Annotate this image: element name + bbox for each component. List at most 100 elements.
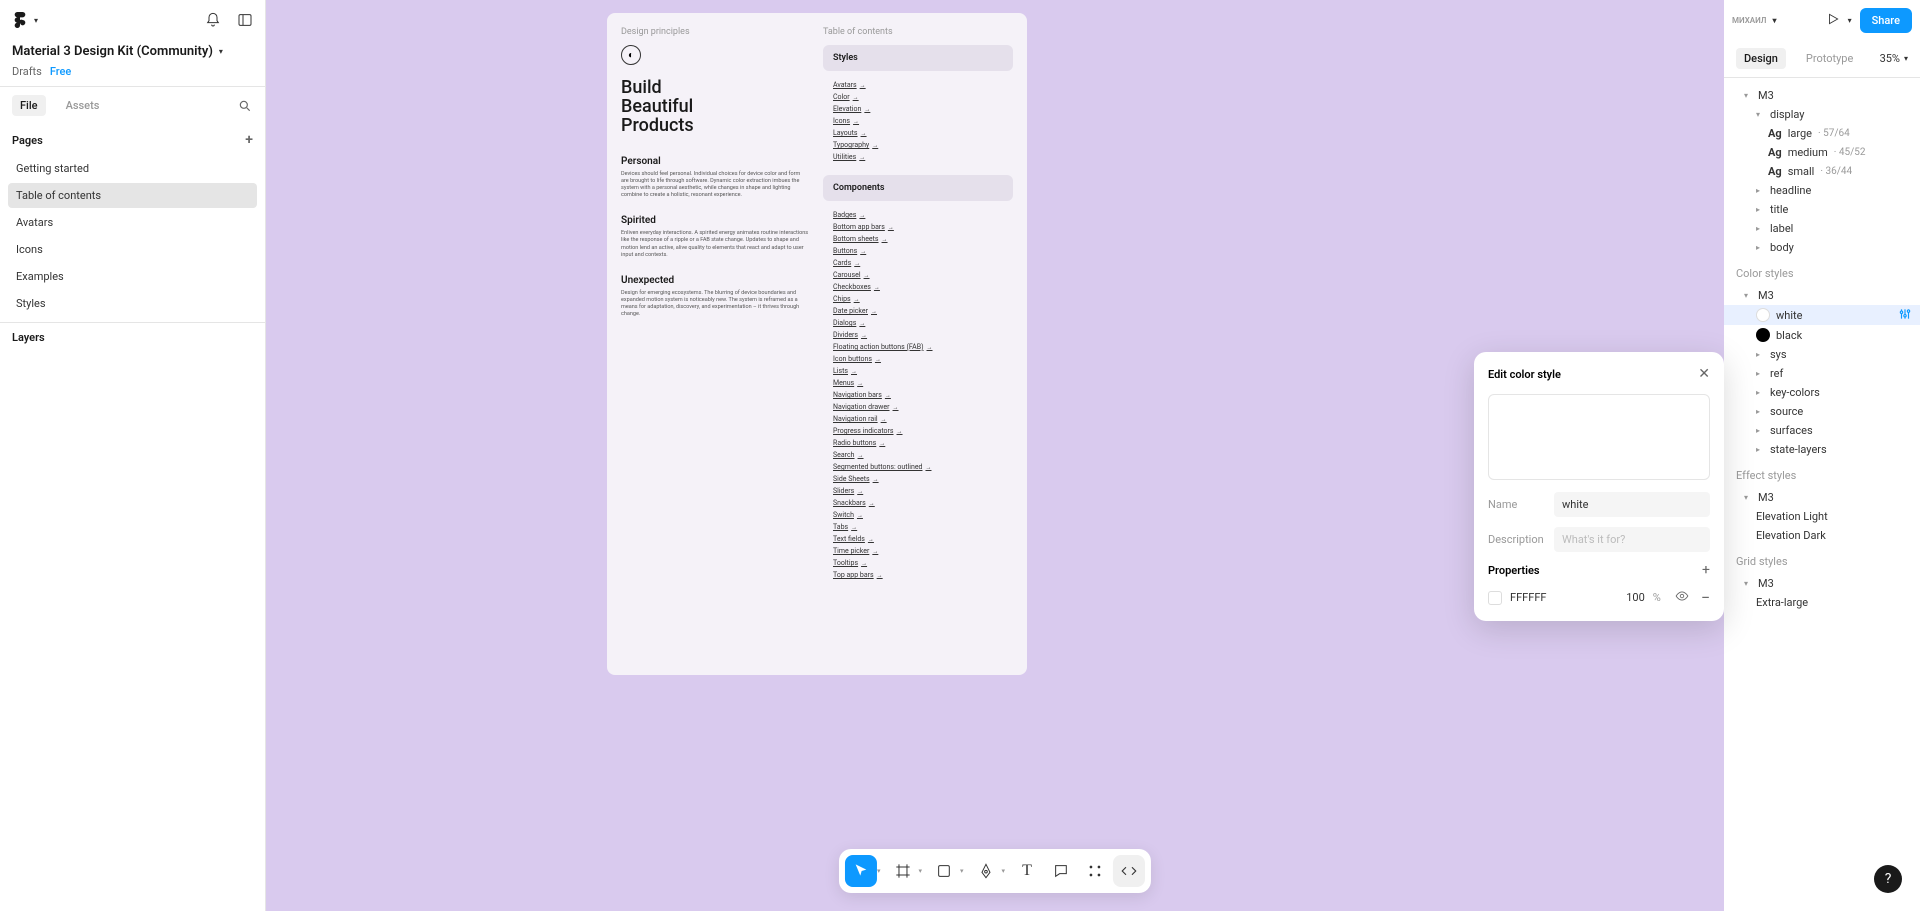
toc-link[interactable]: Tooltips→: [833, 557, 1003, 569]
share-button[interactable]: Share: [1860, 8, 1912, 33]
zoom-control[interactable]: 35%▾: [1880, 52, 1908, 65]
toc-link[interactable]: Dialogs→: [833, 317, 1003, 329]
toc-link[interactable]: Sliders→: [833, 485, 1003, 497]
toc-link[interactable]: Checkboxes→: [833, 281, 1003, 293]
name-input[interactable]: [1554, 492, 1710, 517]
effect-style-group[interactable]: ▾M3: [1724, 488, 1920, 507]
toc-link[interactable]: Navigation drawer→: [833, 401, 1003, 413]
remove-property-button[interactable]: −: [1701, 588, 1710, 607]
toc-link[interactable]: Avatars→: [833, 79, 1003, 91]
text-style-item[interactable]: Agmedium· 45/52: [1724, 143, 1920, 162]
color-style-group[interactable]: ▸state-layers: [1724, 440, 1920, 459]
move-tool[interactable]: [845, 855, 877, 887]
color-style-group[interactable]: ▾M3: [1724, 286, 1920, 305]
color-style-item[interactable]: black: [1724, 325, 1920, 345]
toc-link[interactable]: Segmented buttons: outlined→: [833, 461, 1003, 473]
file-title[interactable]: Material 3 Design Kit (Community): [12, 44, 213, 59]
page-item[interactable]: Table of contents: [8, 183, 257, 208]
tab-design[interactable]: Design: [1736, 48, 1786, 69]
user-menu[interactable]: МИХАИЛ▾: [1732, 16, 1776, 25]
toc-link[interactable]: Buttons→: [833, 245, 1003, 257]
text-style-group[interactable]: ▸body: [1724, 238, 1920, 257]
toc-link[interactable]: Text fields→: [833, 533, 1003, 545]
toc-link[interactable]: Bottom sheets→: [833, 233, 1003, 245]
effect-style-item[interactable]: Elevation Dark: [1724, 526, 1920, 545]
page-item[interactable]: Styles: [8, 291, 257, 316]
dev-mode-toggle[interactable]: [1113, 855, 1145, 887]
toc-link[interactable]: Snackbars→: [833, 497, 1003, 509]
close-icon[interactable]: ✕: [1698, 366, 1710, 382]
text-style-group[interactable]: ▾M3: [1724, 86, 1920, 105]
color-style-item[interactable]: white: [1724, 305, 1920, 325]
toc-link[interactable]: Carousel→: [833, 269, 1003, 281]
color-style-group[interactable]: ▸sys: [1724, 345, 1920, 364]
description-input[interactable]: [1554, 527, 1710, 552]
page-item[interactable]: Avatars: [8, 210, 257, 235]
page-item[interactable]: Getting started: [8, 156, 257, 181]
color-preview[interactable]: [1488, 394, 1710, 480]
grid-style-group[interactable]: ▾M3: [1724, 574, 1920, 593]
color-swatch[interactable]: [1488, 591, 1502, 605]
toc-link[interactable]: Typography→: [833, 139, 1003, 151]
toc-link[interactable]: Icon buttons→: [833, 353, 1003, 365]
rectangle-tool[interactable]: [928, 855, 960, 887]
toc-link[interactable]: Elevation→: [833, 103, 1003, 115]
chevron-down-icon[interactable]: ▾: [877, 867, 881, 875]
help-button[interactable]: ?: [1874, 865, 1902, 893]
artboard-table-of-contents[interactable]: Design principles ◐ BuildBeautifulProduc…: [607, 13, 1027, 675]
pen-tool[interactable]: [970, 855, 1002, 887]
chevron-down-icon[interactable]: ▾: [1848, 16, 1852, 25]
toc-link[interactable]: Icons→: [833, 115, 1003, 127]
toc-link[interactable]: Chips→: [833, 293, 1003, 305]
toc-link[interactable]: Floating action buttons (FAB)→: [833, 341, 1003, 353]
toc-link[interactable]: Tabs→: [833, 521, 1003, 533]
color-style-group[interactable]: ▸surfaces: [1724, 421, 1920, 440]
grid-style-item[interactable]: Extra-large: [1724, 593, 1920, 612]
color-style-group[interactable]: ▸key-colors: [1724, 383, 1920, 402]
toc-link[interactable]: Progress indicators→: [833, 425, 1003, 437]
chevron-down-icon[interactable]: ▾: [960, 867, 964, 875]
tab-assets[interactable]: Assets: [58, 95, 108, 116]
toc-link[interactable]: Dividers→: [833, 329, 1003, 341]
chevron-down-icon[interactable]: ▾: [918, 867, 922, 875]
add-page-button[interactable]: +: [245, 132, 253, 148]
toc-link[interactable]: Time picker→: [833, 545, 1003, 557]
text-style-group[interactable]: ▸headline: [1724, 181, 1920, 200]
panel-toggle-icon[interactable]: [237, 12, 253, 28]
toc-link[interactable]: Radio buttons→: [833, 437, 1003, 449]
toc-link[interactable]: Cards→: [833, 257, 1003, 269]
tab-file[interactable]: File: [12, 95, 46, 116]
adjust-icon[interactable]: [1898, 307, 1912, 324]
comment-tool[interactable]: [1045, 855, 1077, 887]
add-property-button[interactable]: +: [1702, 562, 1710, 578]
toc-link[interactable]: Menus→: [833, 377, 1003, 389]
page-item[interactable]: Examples: [8, 264, 257, 289]
toc-link[interactable]: Side Sheets→: [833, 473, 1003, 485]
present-button[interactable]: [1826, 11, 1840, 30]
toc-link[interactable]: Badges→: [833, 209, 1003, 221]
visibility-icon[interactable]: [1675, 588, 1689, 607]
toc-link[interactable]: Color→: [833, 91, 1003, 103]
page-item[interactable]: Icons: [8, 237, 257, 262]
toc-link[interactable]: Date picker→: [833, 305, 1003, 317]
opacity-value[interactable]: 100: [1626, 591, 1645, 604]
effect-style-item[interactable]: Elevation Light: [1724, 507, 1920, 526]
tab-prototype[interactable]: Prototype: [1798, 48, 1861, 69]
notifications-icon[interactable]: [205, 12, 221, 28]
toc-link[interactable]: Search→: [833, 449, 1003, 461]
text-style-group[interactable]: ▸label: [1724, 219, 1920, 238]
chevron-down-icon[interactable]: ▾: [1002, 867, 1006, 875]
toc-link[interactable]: Switch→: [833, 509, 1003, 521]
toc-link[interactable]: Utilities→: [833, 151, 1003, 163]
toc-link[interactable]: Navigation bars→: [833, 389, 1003, 401]
figma-menu[interactable]: ▾: [12, 12, 38, 28]
toc-link[interactable]: Bottom app bars→: [833, 221, 1003, 233]
text-style-group[interactable]: ▾display: [1724, 105, 1920, 124]
color-style-group[interactable]: ▸source: [1724, 402, 1920, 421]
search-icon[interactable]: [237, 98, 253, 114]
toc-link[interactable]: Navigation rail→: [833, 413, 1003, 425]
toc-link[interactable]: Lists→: [833, 365, 1003, 377]
toc-link[interactable]: Layouts→: [833, 127, 1003, 139]
actions-tool[interactable]: [1079, 855, 1111, 887]
text-tool[interactable]: T: [1011, 855, 1043, 887]
